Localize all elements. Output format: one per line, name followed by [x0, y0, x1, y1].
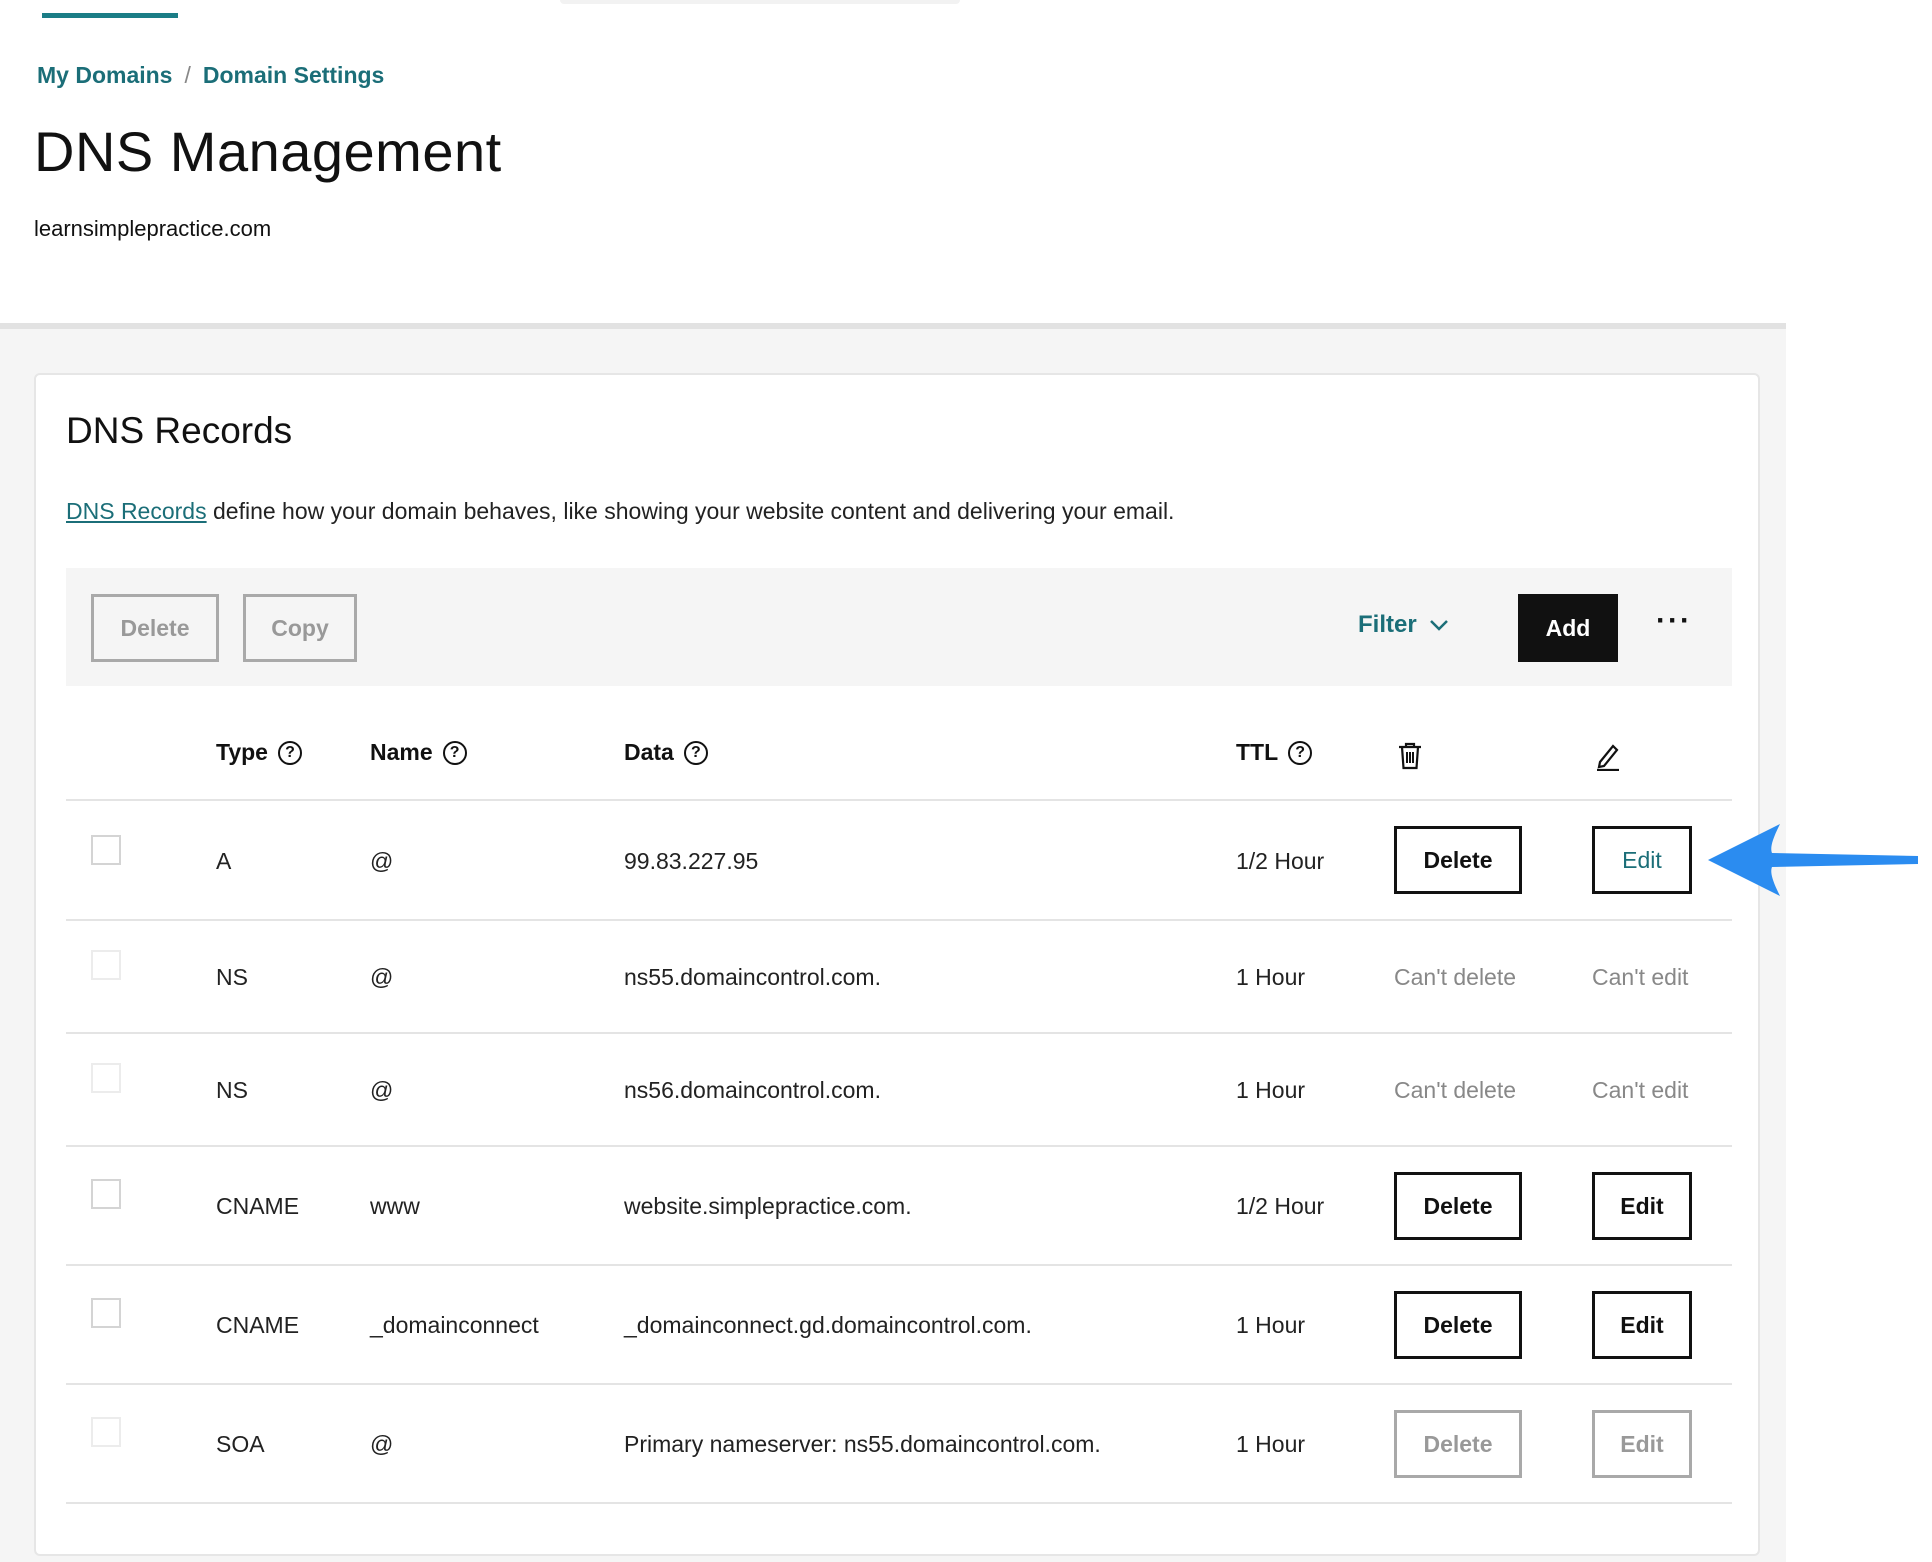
- dns-records-title: DNS Records: [66, 410, 293, 451]
- row-checkbox: [91, 950, 121, 980]
- help-circle-icon[interactable]: ?: [1288, 740, 1313, 765]
- cell-data: ns55.domaincontrol.com.: [624, 964, 881, 990]
- row-checkbox[interactable]: [91, 1298, 121, 1328]
- row-edit-button: Edit: [1592, 1410, 1692, 1478]
- cell-data: ns56.domaincontrol.com.: [624, 1077, 881, 1103]
- trash-icon: [1399, 742, 1421, 770]
- header-ttl-label: TTL: [1236, 739, 1279, 765]
- cell-data: Primary nameserver: ns55.domaincontrol.c…: [624, 1431, 1101, 1457]
- row-edit-button[interactable]: Edit: [1592, 1172, 1692, 1240]
- dns-records-help-link[interactable]: DNS Records: [66, 498, 207, 524]
- breadcrumb-domain-settings[interactable]: Domain Settings: [203, 62, 384, 89]
- header-data-label: Data: [624, 739, 674, 765]
- cell-ttl: 1/2 Hour: [1236, 848, 1325, 874]
- header-data: Data ?: [624, 739, 708, 766]
- active-tab-indicator: [42, 13, 178, 18]
- breadcrumb-separator: /: [184, 62, 191, 88]
- add-record-button[interactable]: Add: [1518, 594, 1618, 662]
- cell-type: CNAME: [216, 1312, 300, 1338]
- table-divider: [66, 1264, 1732, 1266]
- row-checkbox[interactable]: [91, 1179, 121, 1209]
- breadcrumb: My Domains / Domain Settings: [37, 62, 384, 89]
- header-name-label: Name: [370, 739, 433, 765]
- bulk-copy-button[interactable]: Copy: [243, 594, 357, 662]
- cell-data: 99.83.227.95: [624, 848, 759, 874]
- cell-type: CNAME: [216, 1193, 300, 1219]
- row-delete-button[interactable]: Delete: [1394, 1291, 1522, 1359]
- cell-ttl: 1/2 Hour: [1236, 1193, 1325, 1219]
- header-shadow: [560, 0, 960, 4]
- help-circle-icon[interactable]: ?: [683, 740, 708, 765]
- filter-dropdown[interactable]: Filter: [1358, 611, 1449, 639]
- annotation-arrow-icon: [1708, 824, 1918, 896]
- header-name: Name ?: [370, 739, 467, 766]
- table-divider: [66, 919, 1732, 921]
- row-delete-button: Delete: [1394, 1410, 1522, 1478]
- cell-ttl: 1 Hour: [1236, 1431, 1306, 1457]
- cell-type: SOA: [216, 1431, 265, 1457]
- chevron-down-icon: [1429, 620, 1448, 631]
- row-edit-button[interactable]: Edit: [1592, 1291, 1692, 1359]
- row-delete-button[interactable]: Delete: [1394, 1172, 1522, 1240]
- row-checkbox[interactable]: [91, 835, 121, 865]
- row-checkbox: [91, 1417, 121, 1447]
- cell-name: www: [370, 1193, 420, 1219]
- row-delete-button[interactable]: Delete: [1394, 826, 1522, 894]
- cell-type: NS: [216, 1077, 248, 1103]
- cell-name: @: [370, 964, 394, 990]
- bulk-delete-button[interactable]: Delete: [91, 594, 219, 662]
- pencil-icon: [1597, 744, 1619, 771]
- table-divider: [66, 1032, 1732, 1034]
- table-divider: [66, 1145, 1732, 1147]
- cell-type: NS: [216, 964, 248, 990]
- domain-name: learnsimplepractice.com: [34, 216, 272, 241]
- header-type: Type ?: [216, 739, 302, 766]
- cell-ttl: 1 Hour: [1236, 1077, 1306, 1103]
- more-options-icon[interactable]: ···: [1656, 604, 1692, 638]
- header-delete: [1396, 741, 1424, 771]
- row-checkbox: [91, 1063, 121, 1093]
- help-circle-icon[interactable]: ?: [442, 740, 467, 765]
- table-divider: [66, 799, 1732, 801]
- cell-data: _domainconnect.gd.domaincontrol.com.: [624, 1312, 1032, 1338]
- cant-edit-text: Can't edit: [1592, 964, 1689, 990]
- cell-ttl: 1 Hour: [1236, 1312, 1306, 1338]
- dns-records-description: DNS Records define how your domain behav…: [66, 498, 1174, 525]
- breadcrumb-my-domains[interactable]: My Domains: [37, 62, 172, 89]
- help-circle-icon[interactable]: ?: [277, 740, 302, 765]
- cell-name: @: [370, 1077, 394, 1103]
- table-divider: [66, 1383, 1732, 1385]
- page-title: DNS Management: [34, 120, 502, 183]
- cell-data: website.simplepractice.com.: [624, 1193, 912, 1219]
- filter-label: Filter: [1358, 611, 1417, 638]
- cant-delete-text: Can't delete: [1394, 964, 1517, 990]
- header-ttl: TTL ?: [1236, 739, 1313, 766]
- cell-name: @: [370, 848, 394, 874]
- header-type-label: Type: [216, 739, 268, 765]
- table-divider: [66, 1502, 1732, 1504]
- cell-name: _domainconnect: [370, 1312, 539, 1338]
- cant-edit-text: Can't edit: [1592, 1077, 1689, 1103]
- cant-delete-text: Can't delete: [1394, 1077, 1517, 1103]
- cell-type: A: [216, 848, 232, 874]
- cell-ttl: 1 Hour: [1236, 964, 1306, 990]
- dns-records-description-text: define how your domain behaves, like sho…: [213, 498, 1175, 524]
- header-edit: [1594, 741, 1622, 771]
- row-edit-button[interactable]: Edit: [1592, 826, 1692, 894]
- cell-name: @: [370, 1431, 394, 1457]
